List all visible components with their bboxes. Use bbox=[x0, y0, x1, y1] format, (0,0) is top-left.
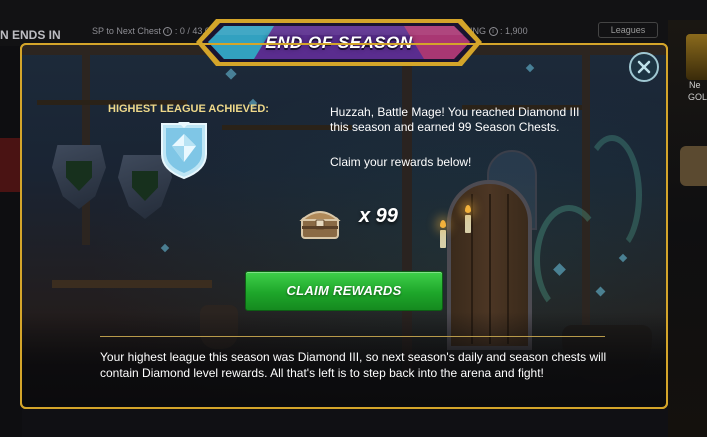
magic-smoke bbox=[582, 135, 642, 255]
claim-prompt: Claim your rewards below! bbox=[330, 155, 472, 169]
candle-icon bbox=[440, 230, 446, 248]
leagues-button[interactable]: Leagues bbox=[598, 22, 658, 38]
season-message: Huzzah, Battle Mage! You reached Diamond… bbox=[330, 105, 580, 134]
crystal-icon bbox=[225, 68, 237, 80]
crystal-icon bbox=[160, 243, 170, 253]
info-icon: i bbox=[163, 27, 173, 37]
highest-league-label: HIGHEST LEAGUE ACHIEVED: bbox=[108, 103, 269, 115]
flame-icon bbox=[465, 205, 471, 213]
info-icon: i bbox=[488, 27, 498, 37]
chest-count: x 99 bbox=[359, 205, 398, 227]
table bbox=[52, 280, 212, 288]
sp-label: SP to Next Chest bbox=[92, 26, 161, 36]
shield-icon bbox=[52, 145, 106, 209]
close-button[interactable] bbox=[629, 52, 659, 82]
background-gold-card bbox=[686, 34, 707, 80]
crystal-icon bbox=[595, 286, 606, 297]
rating-value: : 1,900 bbox=[500, 26, 528, 36]
background-red-card bbox=[0, 138, 22, 192]
claim-rewards-button[interactable]: CLAIM REWARDS bbox=[245, 271, 443, 311]
side-label: Ne bbox=[689, 80, 701, 90]
season-chest-icon bbox=[298, 206, 342, 240]
close-icon bbox=[637, 60, 651, 74]
title-banner: END OF SEASON bbox=[194, 15, 484, 70]
crystal-icon bbox=[525, 63, 535, 73]
diamond-league-badge-icon bbox=[156, 120, 212, 180]
flame-icon bbox=[440, 220, 446, 228]
background-chest-card bbox=[680, 146, 707, 186]
divider bbox=[100, 336, 605, 337]
crystal-icon bbox=[618, 253, 628, 263]
background-right-panel bbox=[668, 20, 707, 437]
season-ends-label: N ENDS IN bbox=[0, 28, 61, 42]
background-left-panel bbox=[0, 46, 22, 437]
candle-icon bbox=[465, 215, 471, 233]
side-label-2: GOL bbox=[688, 92, 707, 102]
modal-title: END OF SEASON bbox=[265, 33, 413, 52]
next-season-info: Your highest league this season was Diam… bbox=[100, 350, 607, 380]
